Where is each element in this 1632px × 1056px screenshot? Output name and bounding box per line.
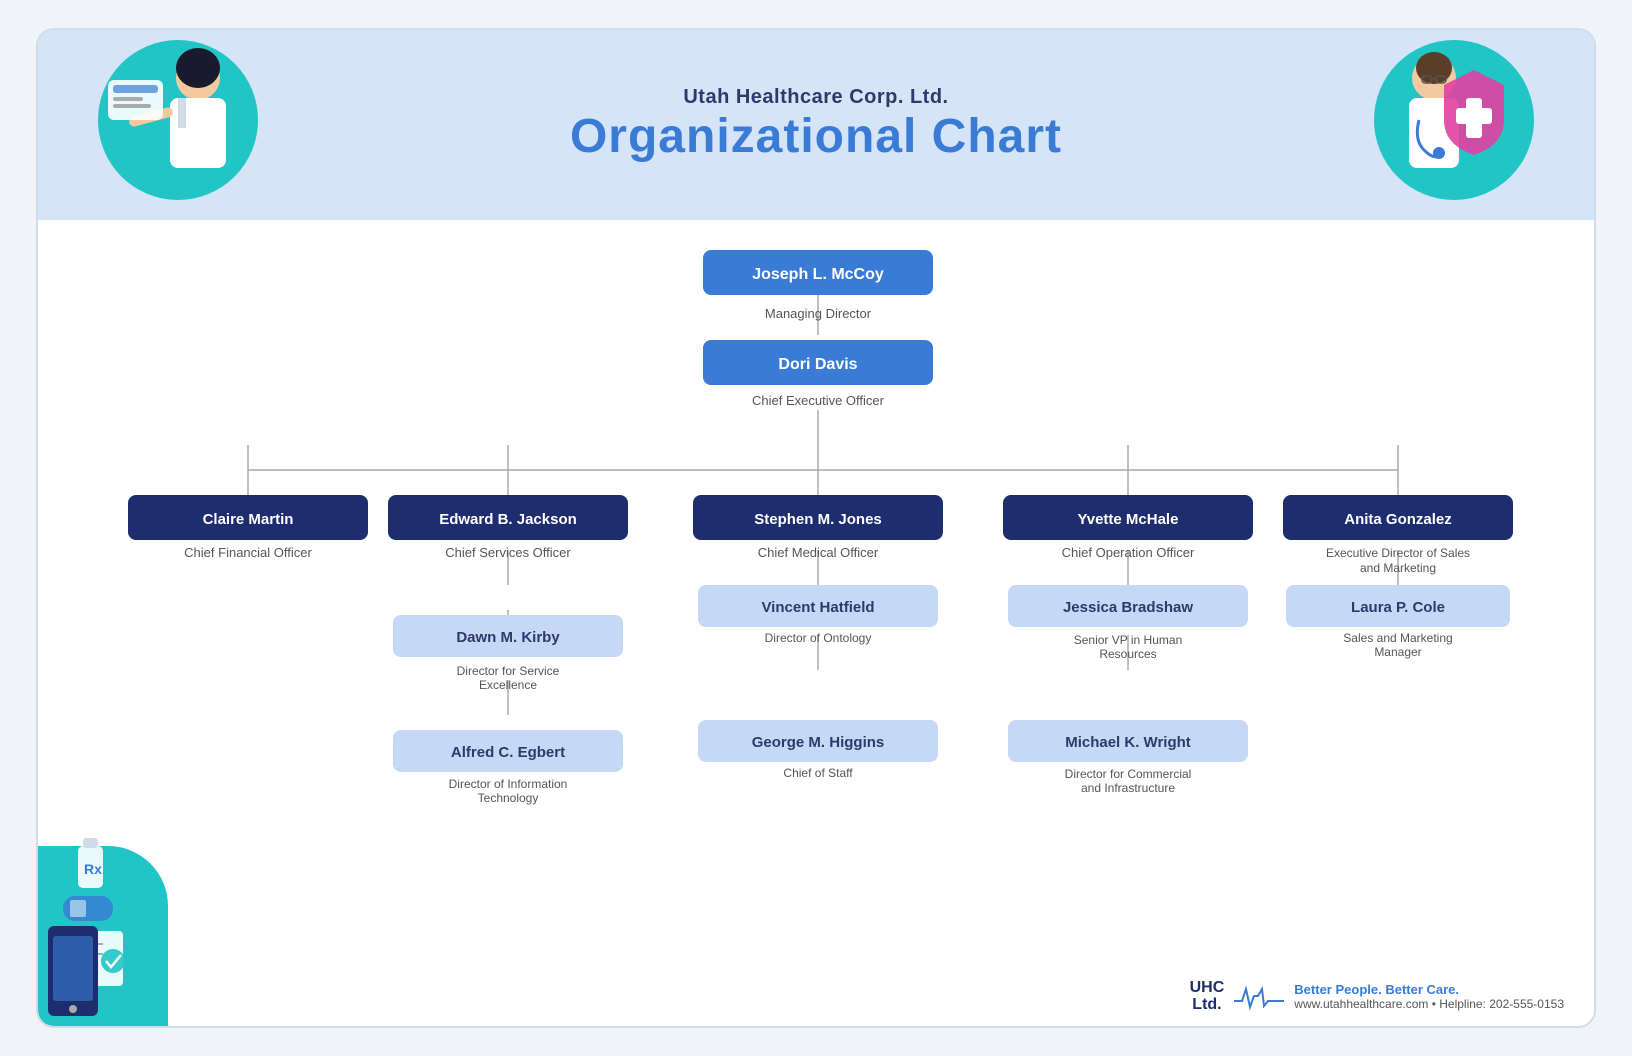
org-title: Organizational Chart bbox=[570, 109, 1062, 164]
node-jessica-title: Senior VP in Human bbox=[1074, 633, 1183, 647]
node-dori-title: Chief Executive Officer bbox=[752, 393, 885, 408]
node-vincent-title: Director of Ontology bbox=[765, 631, 872, 645]
node-dawn-title: Director for Service bbox=[457, 664, 560, 678]
node-michael-name: Michael K. Wright bbox=[1065, 734, 1191, 751]
org-chart-container: Joseph L. McCoy Managing Director Dori D… bbox=[38, 220, 1594, 1015]
org-chart-svg: Joseph L. McCoy Managing Director Dori D… bbox=[38, 220, 1596, 1010]
node-claire-name: Claire Martin bbox=[203, 511, 294, 528]
svg-text:Manager: Manager bbox=[1374, 645, 1421, 659]
header-text-block: Utah Healthcare Corp. Ltd. Organizationa… bbox=[570, 86, 1062, 164]
node-jessica-name: Jessica Bradshaw bbox=[1063, 599, 1193, 616]
node-george-name: George M. Higgins bbox=[752, 734, 885, 751]
node-edward-name: Edward B. Jackson bbox=[439, 511, 577, 528]
svg-text:Technology: Technology bbox=[478, 791, 539, 805]
node-alfred-name: Alfred C. Egbert bbox=[451, 744, 565, 761]
node-dori-name: Dori Davis bbox=[778, 356, 857, 373]
node-alfred-title: Director of Information bbox=[449, 777, 568, 791]
deco-circle-left bbox=[98, 40, 258, 200]
node-laura-title: Sales and Marketing bbox=[1343, 631, 1452, 645]
node-george-title: Chief of Staff bbox=[783, 766, 853, 780]
node-stephen-name: Stephen M. Jones bbox=[754, 511, 882, 528]
bottom-left-deco: Rx bbox=[38, 806, 168, 1026]
footer-tagline: Better People. Better Care. bbox=[1294, 982, 1564, 997]
svg-text:and Marketing: and Marketing bbox=[1360, 561, 1436, 575]
deco-circle-right bbox=[1374, 40, 1534, 200]
node-yvette-name: Yvette McHale bbox=[1078, 511, 1179, 528]
node-dawn-name: Dawn M. Kirby bbox=[456, 629, 560, 646]
footer: UHC Ltd. Better People. Better Care. www… bbox=[1190, 979, 1564, 1014]
svg-text:Rx: Rx bbox=[84, 861, 102, 877]
node-joseph-name: Joseph L. McCoy bbox=[752, 266, 884, 283]
node-stephen-title: Chief Medical Officer bbox=[758, 545, 879, 560]
svg-text:Resources: Resources bbox=[1099, 647, 1156, 661]
node-joseph-title: Managing Director bbox=[765, 306, 872, 321]
node-laura-name: Laura P. Cole bbox=[1351, 599, 1445, 616]
node-claire-title: Chief Financial Officer bbox=[184, 545, 312, 560]
footer-text: Better People. Better Care. www.utahheal… bbox=[1294, 982, 1564, 1011]
ecg-icon bbox=[1234, 981, 1284, 1011]
footer-logo: UHC Ltd. bbox=[1190, 979, 1225, 1014]
node-michael-title: Director for Commercial bbox=[1065, 767, 1192, 781]
main-page: Utah Healthcare Corp. Ltd. Organizationa… bbox=[36, 28, 1596, 1028]
node-anita-name: Anita Gonzalez bbox=[1344, 511, 1452, 528]
node-anita-title: Executive Director of Sales bbox=[1326, 546, 1470, 560]
org-subtitle: Utah Healthcare Corp. Ltd. bbox=[570, 86, 1062, 109]
footer-url: www.utahhealthcare.com • Helpline: 202-5… bbox=[1294, 997, 1564, 1011]
header-banner: Utah Healthcare Corp. Ltd. Organizationa… bbox=[38, 30, 1594, 220]
node-vincent-name: Vincent Hatfield bbox=[761, 599, 874, 616]
svg-text:and Infrastructure: and Infrastructure bbox=[1081, 781, 1175, 795]
svg-text:Excellence: Excellence bbox=[479, 678, 537, 692]
node-yvette-title: Chief Operation Officer bbox=[1062, 545, 1195, 560]
node-edward-title: Chief Services Officer bbox=[445, 545, 571, 560]
